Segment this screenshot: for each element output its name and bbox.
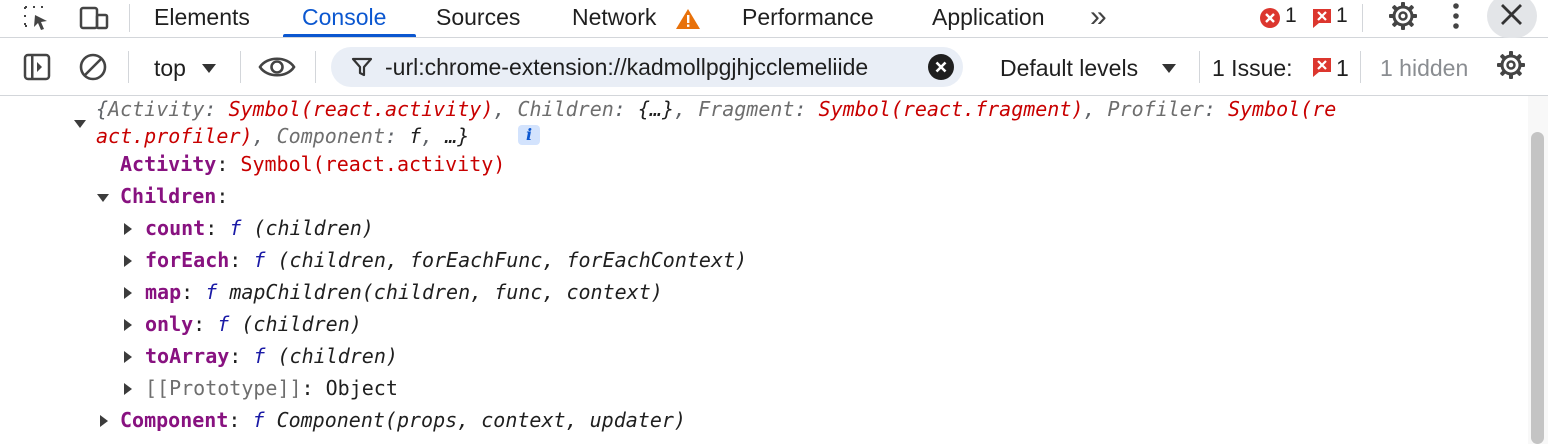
expand-toggle[interactable]: [124, 287, 132, 299]
property-row[interactable]: Component: f Component(props, context, u…: [120, 404, 686, 436]
toolbar-separator: [240, 51, 241, 83]
tab-network-label: Network: [572, 4, 657, 30]
expand-toggle[interactable]: [124, 383, 132, 395]
expand-toggle[interactable]: [124, 223, 132, 235]
clear-console-icon[interactable]: [76, 53, 110, 81]
console-toolbar: top -url:chrome-extension://kadmollpgjhj…: [0, 38, 1548, 96]
device-toolbar-icon[interactable]: [76, 4, 112, 32]
issue-count: 1: [1336, 4, 1348, 27]
expand-toggle[interactable]: [97, 194, 109, 202]
active-tab-indicator: [283, 34, 416, 37]
overflow-chevron-icon[interactable]: »: [1090, 0, 1107, 37]
property-row[interactable]: toArray: f (children): [145, 340, 398, 372]
issue-flag-icon[interactable]: [1310, 4, 1334, 32]
dropdown-caret-icon: [202, 64, 216, 73]
console-settings-gear-icon[interactable]: [1494, 51, 1528, 79]
filter-input[interactable]: -url:chrome-extension://kadmollpgjhjccle…: [331, 47, 963, 87]
hidden-messages-count: 1 hidden: [1380, 55, 1469, 81]
object-info-icon[interactable]: i: [518, 125, 540, 145]
tab-console[interactable]: Console: [302, 0, 386, 37]
clear-filter-icon[interactable]: [928, 54, 954, 80]
log-levels-dropdown[interactable]: Default levels: [1000, 38, 1185, 96]
devtools-tab-bar: Elements Console Sources Network Perform…: [0, 0, 1548, 38]
issues-count: 1: [1336, 55, 1349, 81]
toolbar-separator: [1360, 51, 1361, 83]
property-row[interactable]: forEach: f (children, forEachFunc, forEa…: [145, 244, 747, 276]
property-row[interactable]: map: f mapChildren(children, func, conte…: [145, 276, 663, 308]
expand-toggle[interactable]: [74, 120, 86, 128]
tab-performance[interactable]: Performance: [742, 0, 874, 37]
more-vertical-icon[interactable]: [1444, 2, 1468, 30]
close-icon: [1501, 4, 1522, 25]
toolbar-separator: [128, 51, 129, 83]
error-count: 1: [1285, 4, 1297, 27]
dropdown-caret-icon: [1162, 64, 1176, 73]
tab-application[interactable]: Application: [932, 0, 1045, 37]
warning-icon: [674, 5, 702, 33]
issues-label: 1 Issue:: [1212, 55, 1293, 81]
property-row[interactable]: [[Prototype]]: Object: [145, 372, 398, 404]
expand-toggle[interactable]: [124, 319, 132, 331]
context-selector[interactable]: top: [154, 38, 224, 96]
console-output: {Activity: Symbol(react.activity), Child…: [0, 96, 1528, 444]
property-row[interactable]: only: f (children): [145, 308, 362, 340]
console-scrollbar-thumb[interactable]: [1531, 132, 1544, 444]
property-row[interactable]: Activity: Symbol(react.activity): [120, 148, 505, 180]
expand-toggle[interactable]: [124, 351, 132, 363]
toolbar-separator: [1199, 51, 1200, 83]
tab-network[interactable]: Network: [572, 0, 656, 37]
property-row[interactable]: Children:: [120, 180, 228, 212]
error-circle-icon[interactable]: [1258, 4, 1282, 32]
tab-separator: [129, 4, 130, 32]
expand-toggle[interactable]: [100, 415, 108, 427]
tab-separator: [1362, 4, 1363, 32]
close-button[interactable]: [1487, 0, 1537, 38]
filter-funnel-icon: [351, 57, 373, 77]
live-expression-eye-icon[interactable]: [256, 53, 298, 81]
settings-gear-icon[interactable]: [1386, 2, 1420, 30]
inspect-element-icon[interactable]: [20, 4, 54, 32]
issue-flag-icon: [1313, 58, 1331, 77]
tab-sources[interactable]: Sources: [436, 0, 520, 37]
expand-toggle[interactable]: [124, 255, 132, 267]
sidebar-toggle-icon[interactable]: [20, 53, 54, 81]
property-row[interactable]: count: f (children): [145, 212, 374, 244]
issues-counter[interactable]: 1 Issue: 1: [1212, 38, 1352, 96]
tab-elements[interactable]: Elements: [154, 0, 250, 37]
context-selector-label: top: [154, 55, 186, 81]
log-levels-label: Default levels: [1000, 55, 1139, 81]
toolbar-separator: [315, 51, 316, 83]
filter-input-value[interactable]: -url:chrome-extension://kadmollpgjhjccle…: [385, 47, 925, 87]
